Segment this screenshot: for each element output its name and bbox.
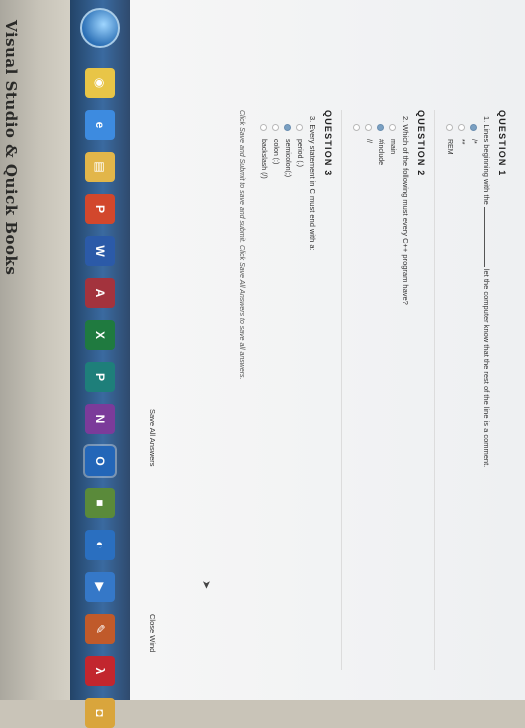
mouse-cursor-icon: ➤ (200, 580, 212, 590)
onenote-icon[interactable]: N (85, 404, 115, 434)
answer-label: /* (470, 139, 478, 144)
answer-label: #include (377, 139, 385, 166)
answer-option[interactable]: colon (:) (271, 124, 281, 670)
radio-button[interactable] (260, 124, 268, 131)
radio-button[interactable] (284, 124, 292, 131)
powerpoint-icon[interactable]: P (85, 194, 115, 224)
question-header: QUESTION 2 (416, 110, 426, 177)
radio-button[interactable] (458, 124, 466, 131)
radio-button[interactable] (353, 124, 361, 131)
word-icon[interactable]: W (85, 236, 115, 266)
ie-icon[interactable]: e (85, 110, 115, 140)
question-3: QUESTION 3 3. Every statement in C must e… (259, 110, 342, 670)
question-1: QUESTION 1 1. Lines beginning with the let… (445, 110, 507, 670)
paint-icon[interactable]: ✎ (85, 614, 115, 644)
radio-button[interactable] (470, 124, 478, 131)
windows-taskbar: ◉ e ▤ P W A X P N O ■ ◐ ▶ ✎ λ ◘ (70, 0, 130, 728)
start-button-icon[interactable] (80, 8, 120, 48)
screen: QUESTION 1 1. Lines beginning with the let… (70, 0, 525, 728)
explorer-folder-icon[interactable]: ◘ (85, 698, 115, 728)
answer-label: period (.) (296, 139, 304, 168)
answer-option[interactable]: /* (469, 124, 479, 670)
answer-label: REM (446, 139, 454, 155)
access-icon[interactable]: A (85, 278, 115, 308)
answer-label: semicolon(;) (284, 139, 292, 178)
close-window-button[interactable]: Close Wind (146, 610, 159, 656)
save-all-answers-button[interactable]: Save All Answers (146, 405, 159, 471)
ps-icon[interactable]: ◐ (85, 530, 115, 560)
radio-button[interactable] (446, 124, 454, 131)
answer-option[interactable]: main (388, 124, 398, 670)
answer-label: main (389, 139, 397, 155)
chrome-icon[interactable]: ◉ (85, 68, 115, 98)
publisher-icon[interactable]: P (85, 362, 115, 392)
answer-label: // (365, 139, 373, 143)
radio-button[interactable] (296, 124, 304, 131)
answer-option[interactable]: // (364, 124, 374, 670)
question-text: 1. Lines beginning with the let the compu… (482, 116, 491, 670)
outlook-icon[interactable]: O (85, 446, 115, 476)
answer-label: backslash (/) (260, 139, 268, 179)
radio-button[interactable] (365, 124, 373, 131)
acrobat-icon[interactable]: λ (85, 656, 115, 686)
answer-option[interactable]: #include (376, 124, 386, 670)
question-header: QUESTION 3 (323, 110, 333, 177)
radio-button[interactable] (272, 124, 280, 131)
caption-text: Visual Studio & Quick Books (2, 20, 20, 276)
question-text-after: let the computer know that the rest of t… (482, 268, 491, 468)
minecraft-icon[interactable]: ■ (85, 488, 115, 518)
media-icon[interactable]: ▶ (85, 572, 115, 602)
answer-option[interactable]: REM (445, 124, 455, 670)
excel-icon[interactable]: X (85, 320, 115, 350)
answer-option[interactable]: semicolon(;) (283, 124, 293, 670)
question-text-before: 1. Lines beginning with the (482, 116, 491, 205)
answer-label: ** (458, 139, 466, 145)
radio-button[interactable] (377, 124, 385, 131)
question-text: 3. Every statement in C must end with a: (308, 116, 317, 251)
blank-line (484, 206, 485, 267)
answer-option[interactable]: period (.) (295, 124, 305, 670)
file-explorer-icon[interactable]: ▤ (85, 152, 115, 182)
answer-option[interactable]: ** (457, 124, 467, 670)
submit-instructions: Click Save and Submit to save and submit… (238, 110, 245, 380)
quiz-page: QUESTION 1 1. Lines beginning with the let… (130, 0, 525, 700)
radio-button[interactable] (389, 124, 397, 131)
photo-caption: Visual Studio & Quick Books (2, 20, 30, 280)
quiz-content: QUESTION 1 1. Lines beginning with the let… (238, 110, 507, 670)
question-header: QUESTION 1 (497, 110, 507, 177)
question-text: 2. Which of the following must every C++… (401, 116, 410, 305)
answer-option[interactable] (352, 124, 362, 670)
question-2: QUESTION 2 2. Which of the following must… (352, 110, 435, 670)
answer-label: colon (:) (272, 139, 280, 165)
answer-option[interactable]: backslash (/) (259, 124, 269, 670)
